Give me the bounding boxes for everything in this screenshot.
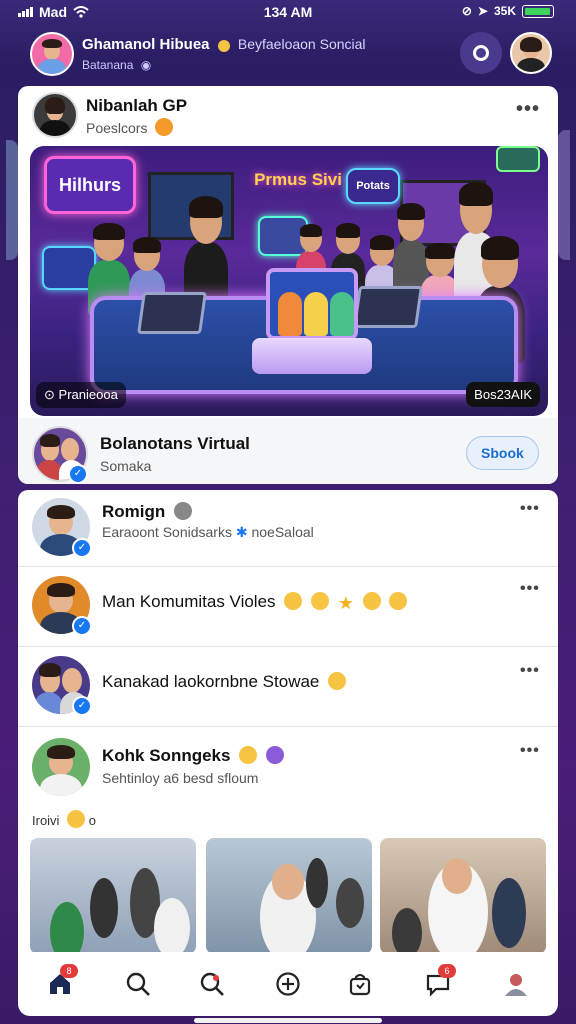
hero-caption-right: Bos23AIK [466,382,540,407]
app-header: Ghamanol Hibuea Beyfaeloaon Soncial Bata… [18,26,558,84]
thumbnail-3[interactable] [380,838,546,954]
feed-item-4-more[interactable]: ••• [520,742,540,760]
emoji-icon [328,672,347,690]
feed-item-2-title[interactable]: Man Komumitas Violes ★ [102,592,408,614]
emoji-icon [174,502,193,520]
bottom-nav: 8 6 [18,952,558,1016]
header-avatar[interactable] [30,32,74,76]
nav-create[interactable] [268,964,308,1004]
emoji-icon [217,40,230,52]
status-bar: Mad 134 AM ⊘ ➤ 35K [0,0,576,24]
nav-messages[interactable]: 6 [418,964,458,1004]
shop-icon [349,974,371,996]
header-title: Ghamanol Hibuea Beyfaeloaon Soncial [82,36,366,53]
explore-icon [200,972,224,996]
home-indicator[interactable] [194,1018,382,1023]
next-card-peek [558,130,570,260]
follow-button[interactable]: Sbook [466,436,539,470]
post-image[interactable]: Hilhurs Prmus Sivi Potats ⊙ Pranieooa Bo… [30,146,548,416]
feed-item-1-subtitle2: noeSaloal [251,524,314,540]
story-button[interactable] [460,32,502,74]
verified-icon: ✓ [72,696,92,716]
divider [18,566,558,567]
section-label: Iroivi o [32,810,96,828]
link-icon: ✱ [235,524,248,540]
feed-item-1-subtitle-text: Earaoont Sonidsarks [102,524,232,540]
post-more-button[interactable]: ••• [516,98,540,121]
feed-item-1-more[interactable]: ••• [520,500,540,518]
nav-shop[interactable] [340,964,380,1004]
feed-item-4-avatar[interactable] [32,738,90,796]
thumbnail-1[interactable] [30,838,196,954]
divider [18,726,558,727]
nav-explore[interactable] [192,964,232,1004]
feed-item-1-subtitle: Earaoont Sonidsarks ✱ noeSaloal [102,524,314,541]
feed-item-3-more[interactable]: ••• [520,662,540,680]
post-meta-text: Poeslcors [86,120,148,136]
prev-card-peek [6,140,18,260]
post-meta: Poeslcors [86,118,174,136]
suggestion-title[interactable]: Bolanotans Virtual [100,434,250,454]
header-subtitle-text: Batanana [82,58,134,72]
thumbnail-2[interactable] [206,838,372,954]
feed-item-4-subtitle: Sehtinloy a6 besd sfloum [102,770,259,786]
nav-profile[interactable] [496,964,536,1004]
messages-badge: 6 [438,964,456,978]
emoji-icon [67,810,86,828]
header-title-text: Ghamanol Hibuea [82,36,210,53]
feed-item-2-title-text: Man Komumitas Violes [102,592,276,611]
hero-sign-left: Hilhurs [44,156,136,214]
emoji-icon [311,592,330,610]
header-subtitle: Batanana ◉ [82,58,151,72]
emoji-icon [389,592,408,610]
nav-search[interactable] [118,964,158,1004]
feed-item-2-more[interactable]: ••• [520,580,540,598]
feed-item-1-title[interactable]: Romign [102,502,193,522]
battery-label: 35K [493,4,516,18]
feed-item-3-title-text: Kanakad laokornbne Stowae [102,672,320,691]
circle-icon [473,45,489,61]
feed-item-4-title[interactable]: Kohk Sonngeks [102,746,284,766]
emoji-icon [155,118,174,136]
home-badge: 8 [60,964,78,978]
status-right: ⊘ ➤ 35K [462,4,554,18]
profile-avatar[interactable] [510,32,552,74]
nav-home[interactable]: 8 [40,964,80,1004]
hero-caption-left: ⊙ Pranieooa [36,382,126,408]
create-icon [276,972,300,996]
post-author-avatar[interactable] [32,92,78,138]
verified-icon: ✓ [68,464,88,484]
emoji-icon [362,592,381,610]
feed-item-1-title-text: Romign [102,502,166,521]
header-tag: Beyfaeloaon Soncial [237,36,366,52]
game-console [252,268,372,378]
hero-sign-right: Potats [346,168,400,204]
battery-icon [522,4,554,18]
star-icon: ★ [337,593,354,613]
hero-caption-left-text: Pranieooa [58,387,118,402]
follow-button-label: Sbook [481,445,524,461]
divider [18,646,558,647]
globe-icon: ◉ [140,58,152,72]
section-label-suffix: o [88,813,96,828]
section-label-text: Iroivi [32,813,60,828]
search-icon [126,972,150,996]
suggestion-subtitle: Somaka [100,458,152,474]
emoji-icon [239,746,258,764]
post-author-name[interactable]: Nibanlah GP [86,96,187,116]
emoji-icon [284,592,303,610]
feed-item-4-title-text: Kohk Sonngeks [102,746,231,765]
profile-icon [505,974,527,996]
verified-icon: ✓ [72,616,92,636]
location-icon: ➤ [477,4,488,18]
feed-item-3-title[interactable]: Kanakad laokornbne Stowae [102,672,347,692]
heart-icon [265,746,284,764]
post-author-text: Nibanlah GP [86,96,188,115]
verified-icon: ✓ [72,538,92,558]
camera-icon: ⊙ [44,387,55,402]
alarm-icon: ⊘ [461,4,472,18]
